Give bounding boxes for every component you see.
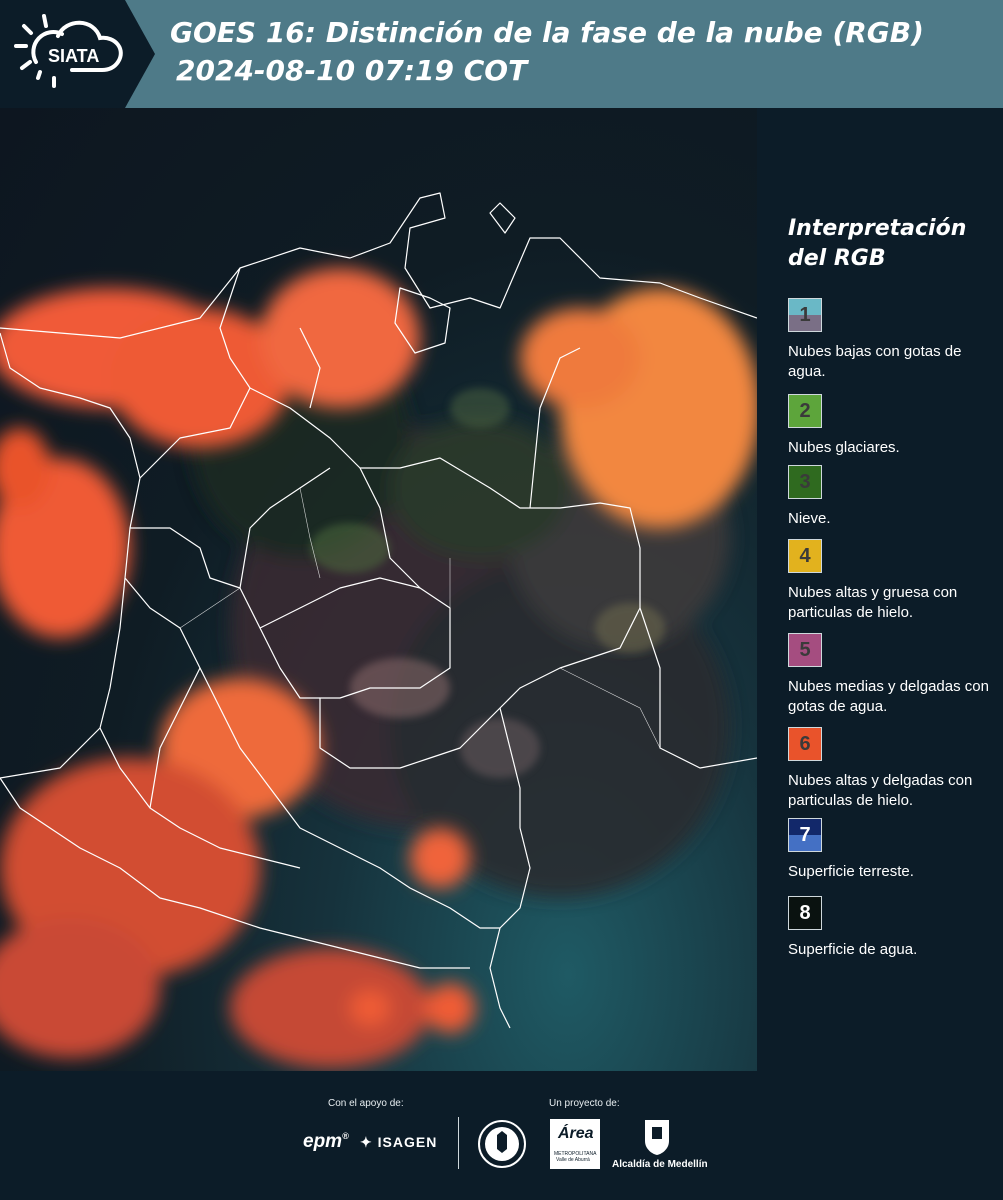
header-bar: SIATA GOES 16: Distinción de la fase de … xyxy=(0,0,1003,108)
page-title: GOES 16: Distinción de la fase de la nub… xyxy=(170,14,924,90)
satellite-imagery xyxy=(0,192,757,1068)
support-label: Con el apoyo de: xyxy=(328,1098,404,1109)
isagen-icon: ✦ xyxy=(360,1134,373,1150)
isagen-logo: ✦ ISAGEN xyxy=(360,1134,437,1151)
area-metropolitana-logo: Área METROPOLITANA Valle de Aburrá xyxy=(550,1119,600,1169)
legend-label: Superficie de agua. xyxy=(788,941,918,958)
epm-logo-text: epm xyxy=(303,1131,343,1152)
alcaldia-shield-icon xyxy=(645,1120,669,1155)
logo-text: SIATA xyxy=(48,46,99,66)
legend-label: Nubes glaciares. xyxy=(788,439,900,456)
legend-swatch: 7 xyxy=(788,818,822,852)
alcaldia-label: Alcaldía de Medellín xyxy=(612,1159,708,1170)
legend-label: Nubes altas y gruesa con particulas de h… xyxy=(788,584,958,621)
legend-swatch: 8 xyxy=(788,896,822,930)
sun-cloud-icon: SIATA xyxy=(14,14,123,88)
siata-logo: SIATA xyxy=(14,12,132,96)
epm-logo: epm® xyxy=(303,1131,349,1152)
project-label: Un proyecto de: xyxy=(549,1098,620,1109)
map-side-rule xyxy=(757,108,775,1071)
legend-swatch: 3 xyxy=(788,465,822,499)
legend-label: Nieve. xyxy=(788,510,831,527)
isagen-logo-text: ISAGEN xyxy=(377,1134,438,1150)
legend-swatch: 2 xyxy=(788,394,822,428)
legend-title-line-2: del RGB xyxy=(788,246,886,271)
title-line-2: 2024-08-10 07:19 COT xyxy=(176,54,528,87)
legend-label: Nubes medias y delgadas con gotas de agu… xyxy=(788,678,989,715)
footer-divider xyxy=(458,1117,459,1169)
legend-label: Nubes bajas con gotas de agua. xyxy=(788,343,962,380)
satellite-map xyxy=(0,108,757,1071)
rgb-legend: Interpretación del RGB xyxy=(788,214,998,292)
seal-icon xyxy=(478,1120,526,1168)
title-line-1: GOES 16: Distinción de la fase de la nub… xyxy=(170,16,924,49)
legend-swatch: 5 xyxy=(788,633,822,667)
footer-bar: Con el apoyo de: Un proyecto de: epm® ✦ … xyxy=(0,1071,1003,1200)
legend-swatch: 1 xyxy=(788,298,822,332)
legend-label: Superficie terreste. xyxy=(788,863,914,880)
area-logo-name: Área xyxy=(558,1125,594,1142)
area-logo-sub2: Valle de Aburrá xyxy=(556,1157,590,1163)
legend-title: Interpretación del RGB xyxy=(788,214,998,274)
legend-swatch: 4 xyxy=(788,539,822,573)
legend-title-line-1: Interpretación xyxy=(788,216,967,241)
legend-swatch: 6 xyxy=(788,727,822,761)
legend-label: Nubes altas y delgadas con particulas de… xyxy=(788,772,973,809)
